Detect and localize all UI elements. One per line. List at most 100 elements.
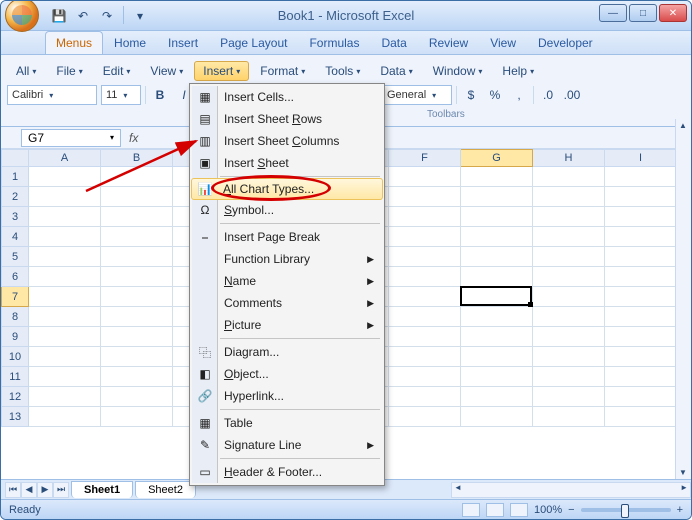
menu-item-function-library[interactable]: Function Library▶	[192, 248, 382, 270]
percent-button[interactable]: %	[485, 85, 505, 105]
horizontal-scrollbar[interactable]	[451, 482, 691, 498]
sheet-tab[interactable]: Sheet1	[71, 481, 133, 498]
row-header[interactable]: 6	[1, 267, 29, 287]
cell[interactable]	[101, 207, 173, 227]
increase-decimal-button[interactable]: .00	[562, 85, 582, 105]
column-header[interactable]: B	[101, 149, 173, 167]
font-name-combo[interactable]: Calibri▾	[7, 85, 97, 105]
cell[interactable]	[605, 167, 677, 187]
cell[interactable]	[389, 367, 461, 387]
cell[interactable]	[389, 207, 461, 227]
column-header[interactable]: G	[461, 149, 533, 167]
cell[interactable]	[461, 267, 533, 287]
undo-icon[interactable]: ↶	[73, 6, 93, 26]
row-header[interactable]: 1	[1, 167, 29, 187]
ribbon-tab-review[interactable]: Review	[418, 31, 479, 54]
number-format-combo[interactable]: General▾	[382, 85, 452, 105]
cell[interactable]	[101, 387, 173, 407]
cell[interactable]	[533, 327, 605, 347]
cell[interactable]	[605, 227, 677, 247]
cell[interactable]	[605, 307, 677, 327]
classic-menu-insert[interactable]: Insert▾	[194, 61, 249, 81]
cell[interactable]	[29, 347, 101, 367]
cell[interactable]	[101, 287, 173, 307]
cell[interactable]	[533, 247, 605, 267]
normal-view-button[interactable]	[462, 503, 480, 517]
cell[interactable]	[29, 327, 101, 347]
zoom-slider[interactable]	[581, 508, 671, 512]
menu-item-object[interactable]: ◧Object...	[192, 363, 382, 385]
row-header[interactable]: 9	[1, 327, 29, 347]
ribbon-tab-page-layout[interactable]: Page Layout	[209, 31, 298, 54]
ribbon-tab-developer[interactable]: Developer	[527, 31, 604, 54]
cell[interactable]	[389, 247, 461, 267]
zoom-in-button[interactable]: +	[677, 504, 683, 516]
vertical-scrollbar[interactable]	[675, 119, 691, 479]
classic-menu-all[interactable]: All▾	[7, 61, 45, 81]
cell[interactable]	[29, 267, 101, 287]
menu-item-insert-page-break[interactable]: ⎯Insert Page Break	[192, 226, 382, 248]
cell[interactable]	[461, 287, 533, 307]
cell[interactable]	[29, 167, 101, 187]
cell[interactable]	[533, 347, 605, 367]
cell[interactable]	[533, 207, 605, 227]
currency-button[interactable]: $	[461, 85, 481, 105]
row-header[interactable]: 7	[1, 287, 29, 307]
row-header[interactable]: 4	[1, 227, 29, 247]
cell[interactable]	[29, 367, 101, 387]
row-header[interactable]: 8	[1, 307, 29, 327]
cell[interactable]	[605, 247, 677, 267]
qat-customize-icon[interactable]: ▾	[130, 6, 150, 26]
cell[interactable]	[389, 307, 461, 327]
sheet-nav-buttons[interactable]: ⏮◀▶⏭	[5, 482, 69, 498]
cell[interactable]	[389, 387, 461, 407]
cell[interactable]	[605, 407, 677, 427]
menu-item-name[interactable]: Name▶	[192, 270, 382, 292]
row-header[interactable]: 5	[1, 247, 29, 267]
cell[interactable]	[461, 167, 533, 187]
menu-item-hyperlink[interactable]: 🔗Hyperlink...	[192, 385, 382, 407]
classic-menu-help[interactable]: Help▾	[493, 61, 543, 81]
cell[interactable]	[533, 307, 605, 327]
column-header[interactable]: H	[533, 149, 605, 167]
cell[interactable]	[461, 407, 533, 427]
cell[interactable]	[533, 407, 605, 427]
cell[interactable]	[461, 367, 533, 387]
select-all-corner[interactable]	[1, 149, 29, 167]
cell[interactable]	[533, 227, 605, 247]
cell[interactable]	[461, 247, 533, 267]
cell[interactable]	[101, 167, 173, 187]
cell[interactable]	[533, 267, 605, 287]
cell[interactable]	[389, 327, 461, 347]
cell[interactable]	[101, 247, 173, 267]
menu-item-symbol[interactable]: ΩSymbol...	[192, 199, 382, 221]
cell[interactable]	[101, 327, 173, 347]
bold-button[interactable]: B	[150, 85, 170, 105]
cell[interactable]	[461, 347, 533, 367]
classic-menu-view[interactable]: View▾	[141, 61, 192, 81]
cell[interactable]	[533, 387, 605, 407]
menu-item-all-chart-types[interactable]: 📊All Chart Types...	[191, 178, 383, 200]
ribbon-tab-view[interactable]: View	[479, 31, 527, 54]
column-header[interactable]: I	[605, 149, 677, 167]
column-header[interactable]: A	[29, 149, 101, 167]
cell[interactable]	[605, 267, 677, 287]
menu-item-header-footer[interactable]: ▭Header & Footer...	[192, 461, 382, 483]
sheet-tab[interactable]: Sheet2	[135, 481, 196, 498]
office-button[interactable]	[5, 0, 39, 32]
row-header[interactable]: 13	[1, 407, 29, 427]
close-button[interactable]: ✕	[659, 4, 687, 22]
redo-icon[interactable]: ↷	[97, 6, 117, 26]
fx-icon[interactable]: fx	[129, 131, 138, 145]
cell[interactable]	[29, 307, 101, 327]
cell[interactable]	[29, 227, 101, 247]
ribbon-tab-home[interactable]: Home	[103, 31, 157, 54]
cell[interactable]	[389, 287, 461, 307]
menu-item-insert-sheet-columns[interactable]: ▥Insert Sheet Columns	[192, 130, 382, 152]
cell[interactable]	[605, 207, 677, 227]
cell[interactable]	[101, 367, 173, 387]
ribbon-tab-insert[interactable]: Insert	[157, 31, 209, 54]
menu-item-signature-line[interactable]: ✎Signature Line▶	[192, 434, 382, 456]
cell[interactable]	[461, 207, 533, 227]
zoom-level[interactable]: 100%	[534, 504, 562, 516]
